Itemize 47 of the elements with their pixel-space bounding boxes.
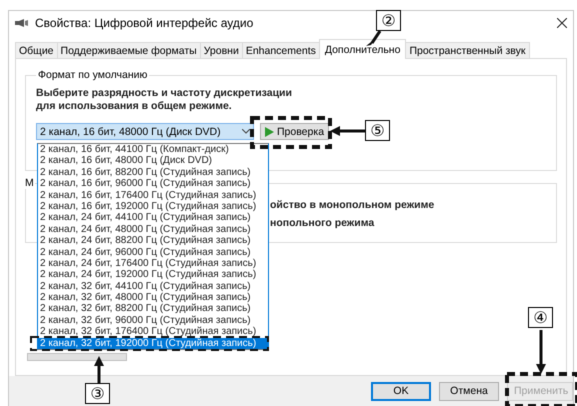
window-title: Свойства: Цифровой интерфейс аудио — [35, 16, 254, 30]
dropdown-option[interactable]: 2 канал, 24 бит, 176400 Гц (Студийная запись) — [38, 258, 268, 270]
dropdown-option[interactable]: 2 канал, 16 бит, 48000 Гц (Диск DVD) — [38, 155, 268, 167]
dropdown-option[interactable]: 2 канал, 24 бит, 48000 Гц (Студийная запись) — [38, 224, 268, 236]
tab[interactable]: Пространственный звук — [405, 42, 530, 59]
dropdown-option[interactable]: 2 канал, 24 бит, 44100 Гц (Студийная запись) — [38, 212, 268, 224]
dropdown-option[interactable]: 2 канал, 16 бит, 96000 Гц (Студийная запись) — [38, 178, 268, 190]
play-icon — [265, 126, 274, 136]
tab[interactable]: Уровни — [200, 42, 243, 59]
dropdown-option[interactable]: 2 канал, 16 бит, 176400 Гц (Студийная запись) — [38, 190, 268, 201]
group-title: М — [24, 177, 35, 189]
option-label: ойство в монопольном режиме — [270, 199, 434, 211]
callout-number: ⑤ — [365, 120, 390, 141]
test-button[interactable]: Проверка — [260, 123, 330, 140]
callout-arrow — [536, 330, 546, 374]
dropdown-option[interactable]: 2 канал, 24 бит, 88200 Гц (Студийная запись) — [38, 235, 268, 247]
callout-number: ③ — [85, 383, 110, 404]
callout-number: ④ — [528, 307, 553, 328]
dropdown-option[interactable]: 2 канал, 24 бит, 192000 Гц (Студийная запись) — [38, 269, 268, 281]
callout-arrow — [94, 356, 104, 383]
tab[interactable]: Поддерживаемые форматы — [56, 42, 201, 59]
dropdown-option[interactable]: 2 канал, 32 бит, 176400 Гц (Студийная запись) — [38, 326, 268, 338]
dialog-button[interactable]: Отмена — [439, 382, 499, 400]
dropdown-option[interactable]: 2 канал, 16 бит, 44100 Гц (Компакт-диск) — [38, 144, 268, 156]
dropdown-option[interactable]: 2 канал, 32 бит, 192000 Гц (Студийная запись) — [38, 338, 268, 350]
dropdown-option[interactable]: 2 канал, 16 бит, 88200 Гц (Студийная запись) — [38, 166, 268, 178]
tab[interactable]: Общие — [15, 42, 58, 59]
callout-arrow — [366, 30, 382, 46]
dropdown-option[interactable]: 2 канал, 16 бит, 192000 Гц (Студийная запись) — [38, 200, 268, 212]
dropdown-option[interactable]: 2 канал, 32 бит, 44100 Гц (Студийная запись) — [38, 280, 268, 292]
highlight-frame — [505, 372, 577, 406]
dropdown-option[interactable]: 2 канал, 24 бит, 96000 Гц (Студийная запись) — [38, 246, 268, 258]
speaker-icon — [15, 19, 28, 27]
group-title: Формат по умолчанию — [37, 69, 148, 81]
tab[interactable]: Enhancements — [242, 42, 320, 59]
format-description: Выберите разрядность и частоту дискретизации для использования в общем режиме. — [36, 87, 293, 113]
close-icon[interactable] — [557, 18, 567, 28]
tab[interactable]: Дополнительно — [318, 39, 406, 59]
option-label: нопольного режима — [270, 217, 374, 229]
dropdown-option[interactable]: 2 канал, 32 бит, 96000 Гц (Студийная запись) — [38, 314, 268, 326]
dialog-button[interactable]: OK — [371, 382, 431, 400]
dropdown-option[interactable]: 2 канал, 32 бит, 88200 Гц (Студийная запись) — [38, 303, 268, 315]
callout-arrow — [330, 126, 365, 136]
dropdown-option[interactable]: 2 канал, 32 бит, 48000 Гц (Студийная запись) — [38, 292, 268, 304]
format-dropdown[interactable]: 2 канал, 16 бит, 48000 Гц (Диск DVD) — [36, 123, 254, 140]
callout-number: ② — [376, 10, 401, 31]
chevron-icon — [242, 129, 250, 134]
